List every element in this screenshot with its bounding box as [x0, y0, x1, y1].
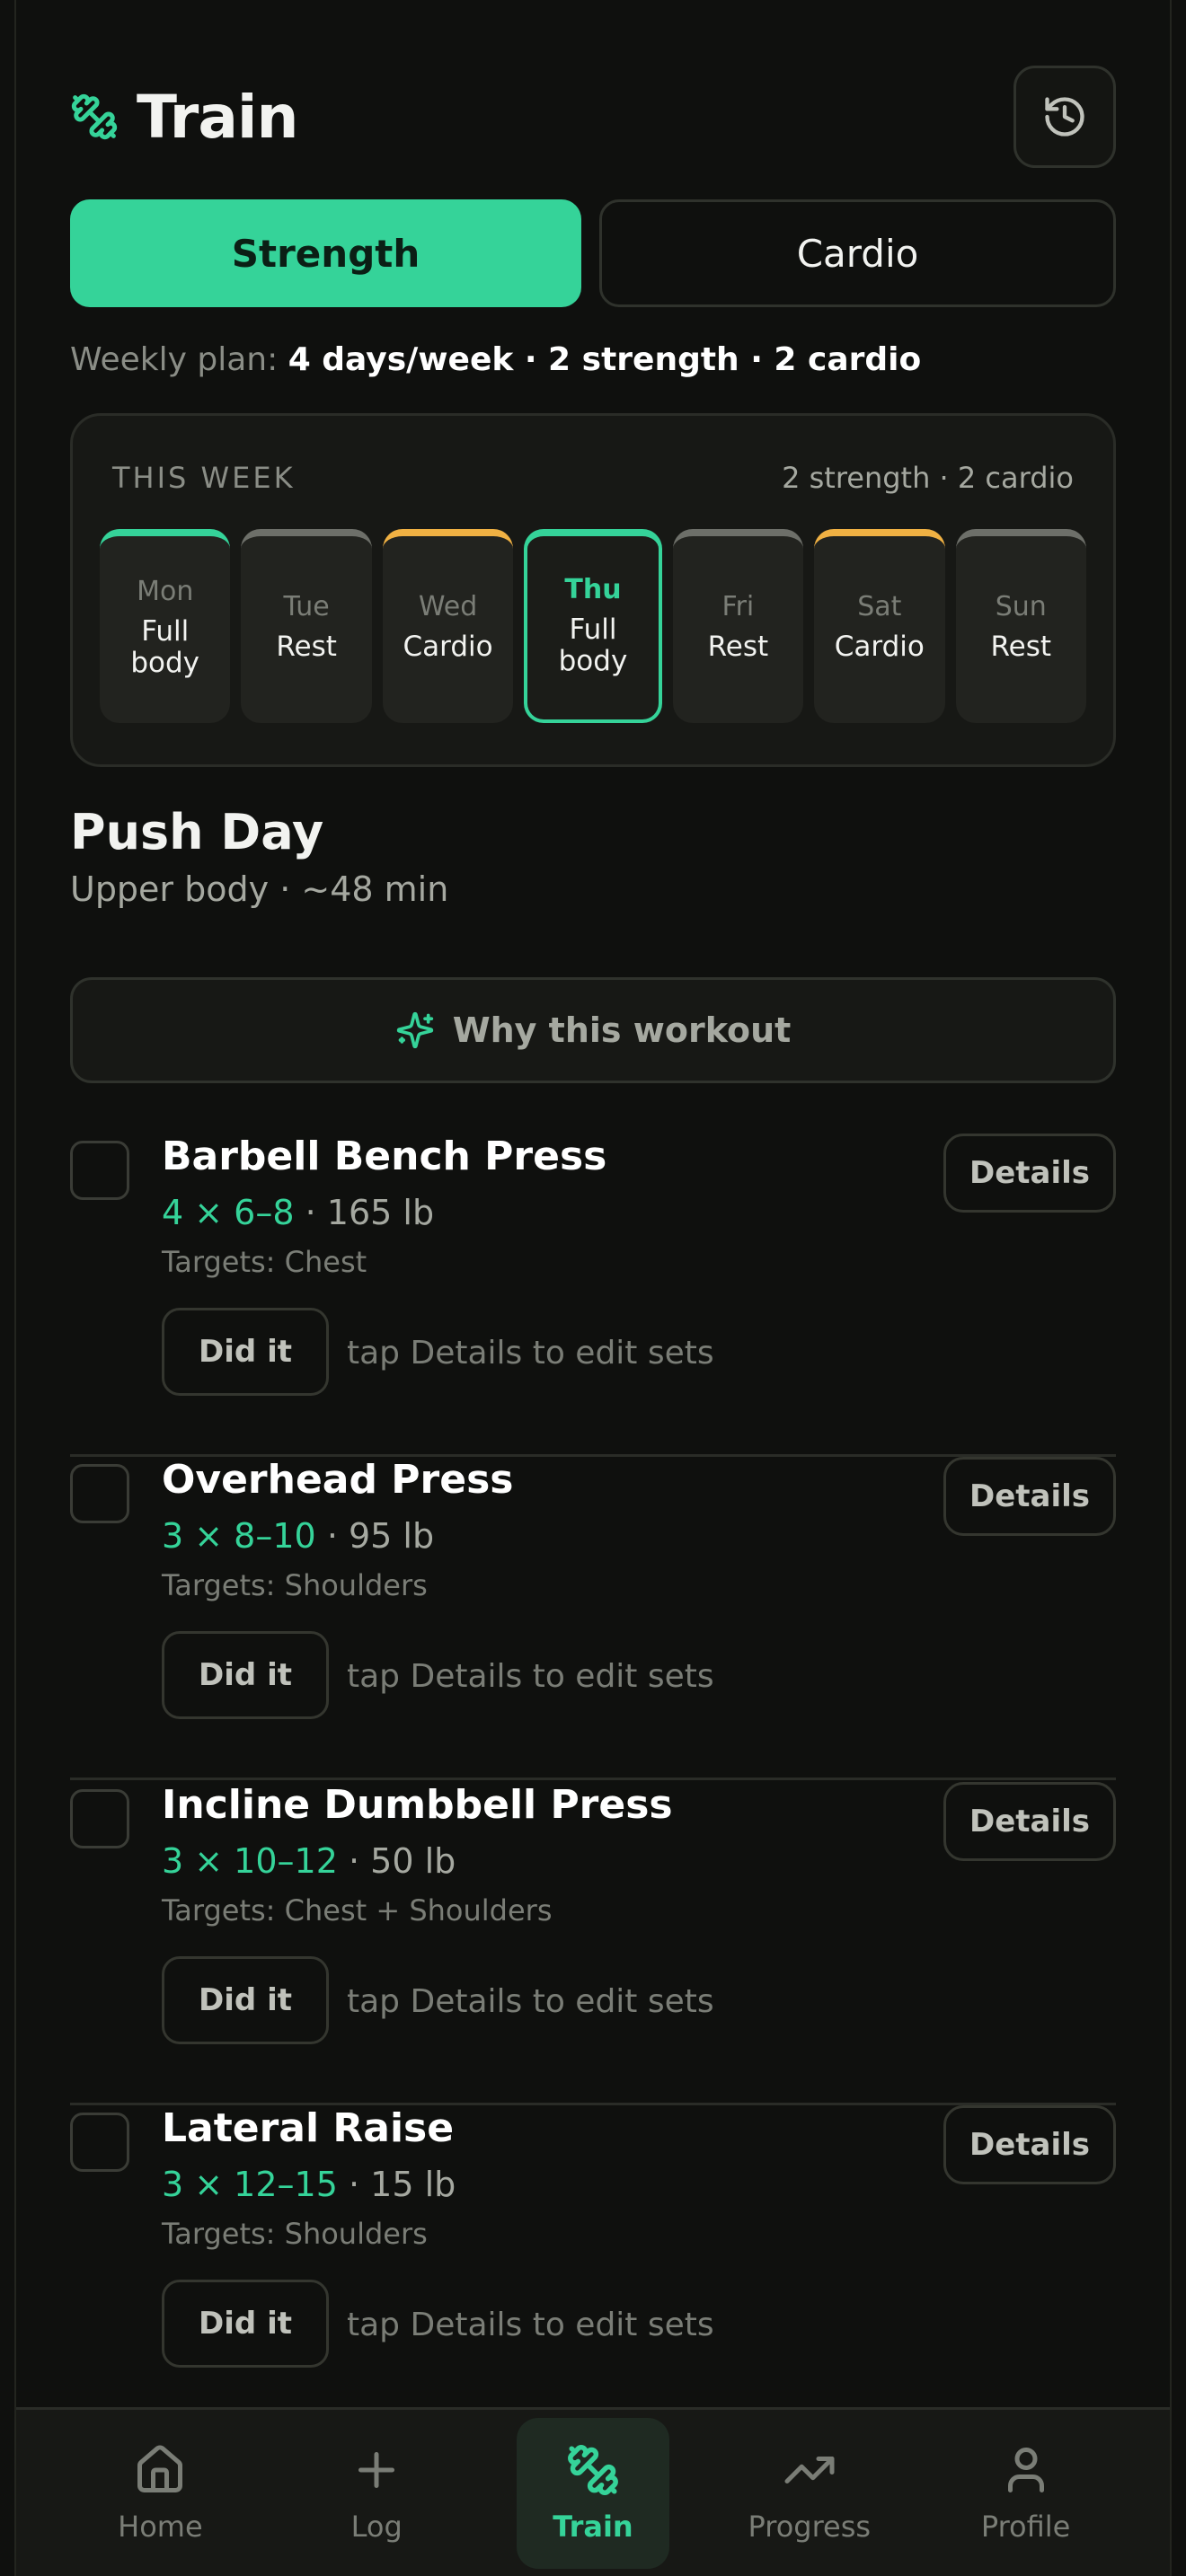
day-type: Cardio [834, 631, 925, 664]
sparkles-icon [395, 1010, 435, 1050]
did-it-button[interactable]: Did it [162, 1956, 329, 2044]
did-it-hint: tap Details to edit sets [347, 1335, 714, 1372]
day-wed[interactable]: Wed Cardio [382, 529, 514, 723]
tab-profile[interactable]: Profile [950, 2418, 1102, 2569]
exercise-item: Overhead Press 3 × 8–10 · 95 lb Targets:… [70, 1457, 1116, 1780]
day-name: Mon [137, 576, 194, 608]
week-card-header: THIS WEEK 2 strength · 2 cardio [112, 461, 1074, 495]
this-week-card: THIS WEEK 2 strength · 2 cardio Mon Full… [70, 413, 1116, 767]
details-button[interactable]: Details [943, 1134, 1116, 1213]
exercise-targets: Targets: Shoulders [162, 2217, 428, 2251]
day-strip: Mon Full body Tue Rest Wed Cardio Thu Fu… [100, 529, 1086, 723]
exercise-targets: Targets: Chest [162, 1245, 367, 1279]
details-button[interactable]: Details [943, 2105, 1116, 2184]
exercise-targets: Targets: Chest + Shoulders [162, 1893, 553, 1928]
day-mon[interactable]: Mon Full body [100, 529, 231, 723]
exercise-prescription: 3 × 12–15 · 15 lb [162, 2165, 456, 2204]
details-button[interactable]: Details [943, 1782, 1116, 1861]
history-button[interactable] [1013, 66, 1116, 168]
day-type: Full body [130, 615, 200, 679]
exercise-checkbox[interactable] [70, 1789, 129, 1848]
day-tue[interactable]: Tue Rest [241, 529, 372, 723]
tab-progress[interactable]: Progress [733, 2418, 886, 2569]
segment-cardio[interactable]: Cardio [599, 199, 1116, 307]
workout-title: Push Day [70, 804, 324, 860]
exercise-scheme: 3 × 10–12 [162, 1841, 338, 1881]
exercise-targets: Targets: Shoulders [162, 1568, 428, 1602]
exercise-prescription: 3 × 8–10 · 95 lb [162, 1516, 434, 1556]
workout-subtitle: Upper body · ~48 min [70, 869, 449, 909]
exercise-checkbox[interactable] [70, 1464, 129, 1523]
exercise-weight: · 165 lb [305, 1193, 435, 1232]
exercise-weight: · 95 lb [326, 1516, 435, 1556]
day-name: Sat [857, 591, 902, 623]
day-name: Wed [418, 591, 478, 623]
history-icon [1041, 93, 1088, 140]
exercise-weight: · 15 lb [348, 2165, 456, 2204]
exercise-name: Lateral Raise [162, 2105, 455, 2151]
home-icon [133, 2443, 187, 2497]
exercise-checkbox[interactable] [70, 2113, 129, 2172]
exercise-item: Incline Dumbbell Press 3 × 10–12 · 50 lb… [70, 1782, 1116, 2105]
did-it-hint: tap Details to edit sets [347, 1658, 714, 1695]
did-it-hint: tap Details to edit sets [347, 2307, 714, 2343]
details-button[interactable]: Details [943, 1457, 1116, 1536]
day-name: Fri [721, 591, 755, 623]
week-label: THIS WEEK [112, 461, 296, 495]
day-name: Thu [564, 574, 622, 606]
tab-label: Log [350, 2509, 403, 2544]
did-it-button[interactable]: Did it [162, 2280, 329, 2368]
tab-label: Train [553, 2509, 633, 2544]
tab-label: Progress [748, 2509, 872, 2544]
page-title: Train [137, 82, 298, 152]
weekly-plan-line: Weekly plan: 4 days/week · 2 strength · … [70, 341, 921, 378]
exercise-name: Incline Dumbbell Press [162, 1782, 673, 1828]
exercise-name: Overhead Press [162, 1457, 514, 1503]
day-sat[interactable]: Sat Cardio [814, 529, 945, 723]
day-name: Sun [995, 591, 1047, 623]
exercise-item: Barbell Bench Press 4 × 6–8 · 165 lb Tar… [70, 1134, 1116, 1457]
dumbbell-icon [70, 93, 119, 141]
exercise-scheme: 3 × 8–10 [162, 1516, 316, 1556]
day-type: Rest [276, 631, 337, 664]
exercise-scheme: 4 × 6–8 [162, 1193, 295, 1232]
day-type: Cardio [403, 631, 493, 664]
tab-train[interactable]: Train [516, 2417, 669, 2569]
did-it-button[interactable]: Did it [162, 1631, 329, 1719]
segment-strength[interactable]: Strength [70, 199, 581, 307]
tab-label: Profile [980, 2509, 1071, 2544]
why-this-workout-label: Why this workout [452, 1010, 792, 1050]
exercise-checkbox[interactable] [70, 1141, 129, 1200]
bottom-tab-bar: Home Log Train Progress Profile [16, 2407, 1170, 2576]
day-thu[interactable]: Thu Full body [524, 529, 662, 723]
day-type: Rest [990, 631, 1051, 664]
mode-segmented-control: Strength Cardio [70, 199, 1116, 307]
did-it-hint: tap Details to edit sets [347, 1983, 714, 2020]
trending-up-icon [783, 2443, 836, 2497]
tab-home[interactable]: Home [84, 2418, 236, 2569]
weekly-plan-prefix: Weekly plan: [70, 341, 279, 378]
day-type: Rest [707, 631, 769, 664]
person-icon [999, 2443, 1053, 2497]
did-it-button[interactable]: Did it [162, 1308, 329, 1396]
exercise-item: Lateral Raise 3 × 12–15 · 15 lb Targets:… [70, 2105, 1116, 2429]
header: Train [70, 65, 1116, 169]
week-summary: 2 strength · 2 cardio [782, 461, 1074, 495]
plus-icon [350, 2443, 403, 2497]
exercise-prescription: 4 × 6–8 · 165 lb [162, 1193, 434, 1232]
day-type: Full body [558, 613, 628, 677]
dumbbell-icon [566, 2443, 620, 2497]
day-name: Tue [283, 591, 330, 623]
day-fri[interactable]: Fri Rest [672, 529, 804, 723]
exercise-name: Barbell Bench Press [162, 1134, 607, 1179]
why-this-workout-button[interactable]: Why this workout [70, 977, 1116, 1083]
weekly-plan-value: 4 days/week · 2 strength · 2 cardio [288, 341, 922, 378]
tab-label: Home [118, 2509, 203, 2544]
title-wrap: Train [70, 82, 298, 152]
exercise-prescription: 3 × 10–12 · 50 lb [162, 1841, 456, 1881]
exercise-weight: · 50 lb [348, 1841, 456, 1881]
exercise-scheme: 3 × 12–15 [162, 2165, 338, 2204]
day-sun[interactable]: Sun Rest [955, 529, 1086, 723]
tab-log[interactable]: Log [300, 2418, 453, 2569]
